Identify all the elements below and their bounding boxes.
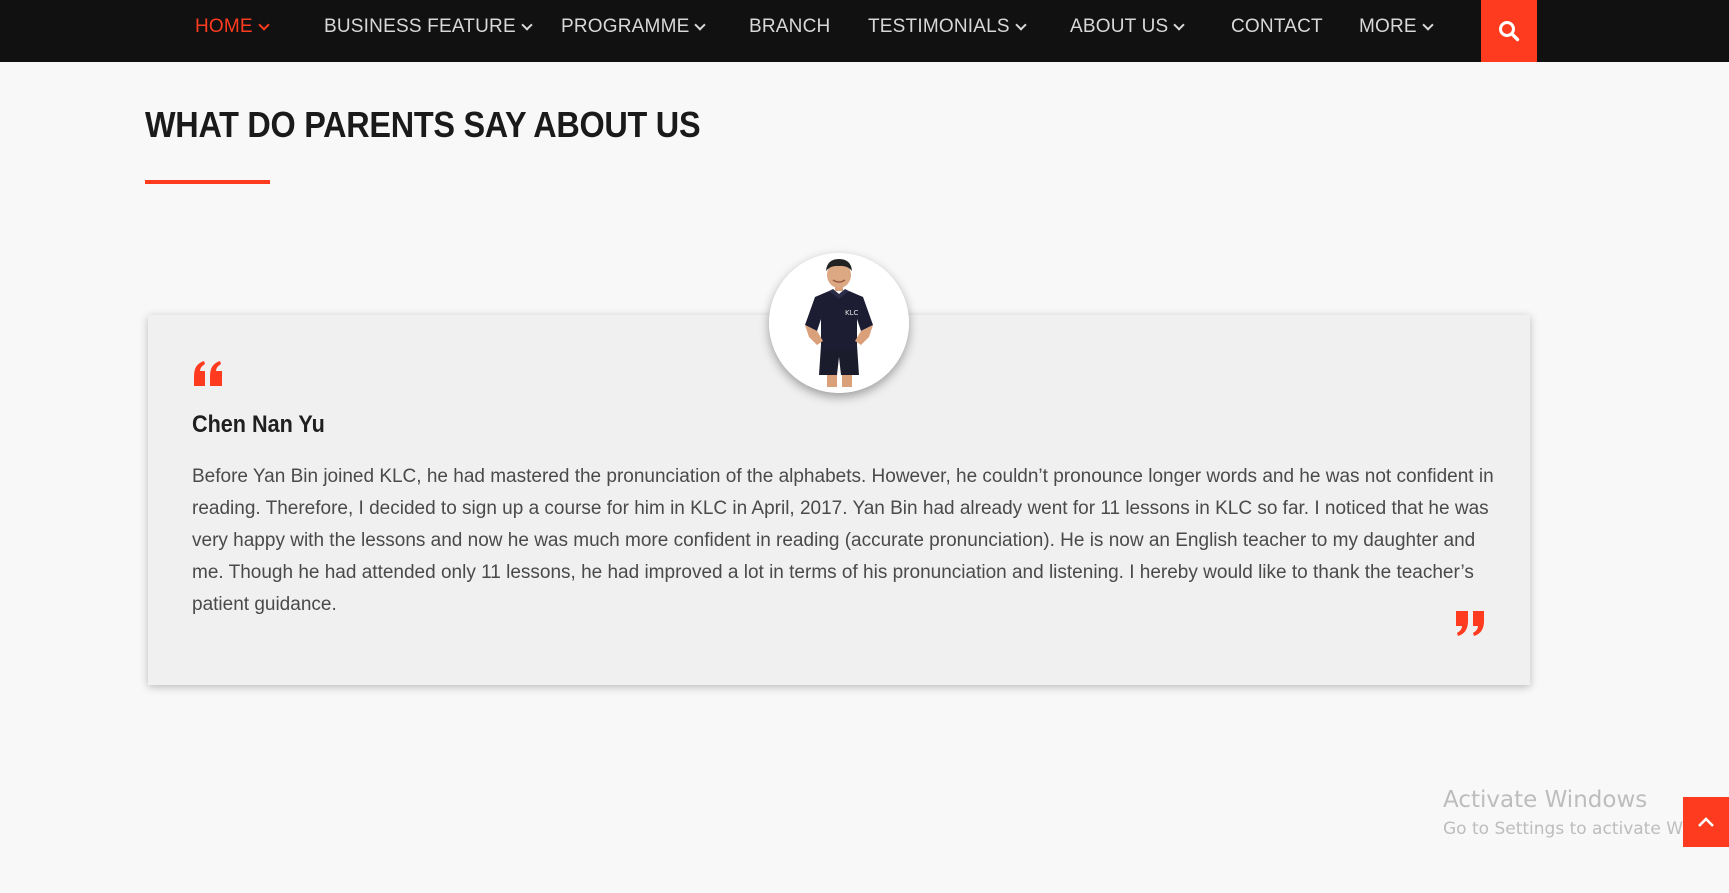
scroll-to-top-button[interactable] (1683, 797, 1729, 847)
testimonial-text: Before Yan Bin joined KLC, he had master… (192, 466, 1494, 615)
chevron-down-icon (694, 18, 707, 31)
search-button[interactable] (1481, 0, 1537, 62)
quote-close-icon (1456, 611, 1484, 636)
nav-item-label: PROGRAMME (561, 16, 690, 37)
chevron-down-icon (521, 18, 533, 31)
chevron-up-icon (1698, 817, 1714, 827)
nav-item-label: BRANCH (749, 16, 831, 37)
nav-item-programme[interactable]: PROGRAMME (561, 0, 707, 54)
chevron-down-icon (1015, 18, 1027, 31)
nav-item-label: BUSINESS FEATURE (324, 16, 516, 37)
nav-item-home[interactable]: HOME (195, 0, 270, 54)
nav-item-label: MORE (1359, 16, 1417, 37)
chevron-down-icon (1422, 18, 1434, 31)
nav-item-more[interactable]: MORE (1359, 0, 1434, 54)
nav-item-label: ABOUT US (1070, 16, 1169, 37)
chevron-down-icon (258, 18, 270, 31)
nav-item-label: CONTACT (1231, 16, 1323, 37)
nav-item-contact[interactable]: CONTACT (1231, 0, 1323, 54)
nav-item-testimonials[interactable]: TESTIMONIALS (868, 0, 1027, 54)
nav-item-label: HOME (195, 16, 253, 37)
quote-open-icon (194, 361, 222, 386)
top-navbar: HOME BUSINESS FEATURE PROGRAMME BRANCH T… (0, 0, 1729, 62)
avatar: KLC (769, 253, 909, 393)
testimonial-author-name: Chen Nan Yu (192, 411, 325, 438)
shirt-logo: KLC (845, 309, 858, 317)
title-underline (145, 180, 270, 184)
nav-item-branch[interactable]: BRANCH (749, 0, 830, 54)
nav-item-label: TESTIMONIALS (868, 16, 1010, 37)
search-icon (1499, 21, 1520, 42)
nav-item-about-us[interactable]: ABOUT US (1070, 0, 1186, 54)
section-title: WHAT DO PARENTS SAY ABOUT US (145, 104, 701, 145)
nav-item-business-feature[interactable]: BUSINESS FEATURE (324, 0, 533, 54)
child-portrait-image: KLC (769, 253, 909, 393)
chevron-down-icon (1173, 18, 1186, 31)
